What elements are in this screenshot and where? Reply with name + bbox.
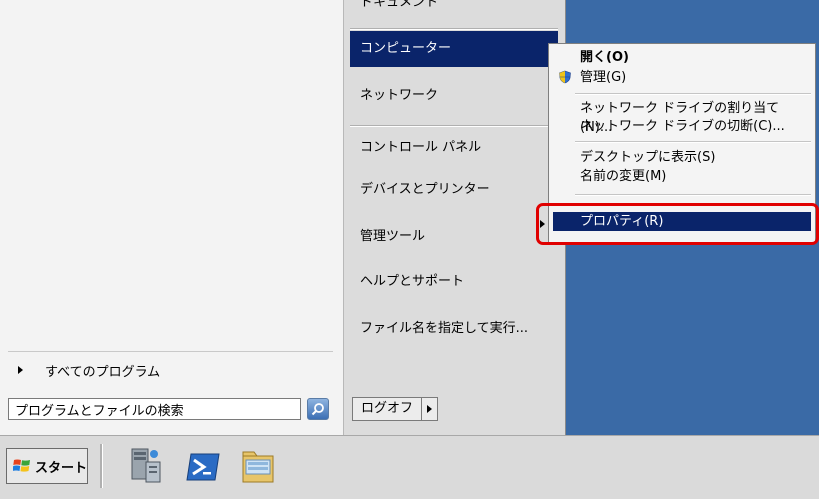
- windows-logo-icon: [13, 459, 30, 472]
- ctx-item-manage[interactable]: 管理(G): [553, 68, 811, 87]
- rp-item-computer[interactable]: コンピューター: [350, 31, 558, 67]
- uac-shield-icon: [559, 70, 571, 84]
- start-label: スタート: [35, 460, 88, 476]
- ctx-item-map-network-drive[interactable]: ネットワーク ドライブの割り当て(N)...: [553, 99, 811, 135]
- start-menu: すべてのプログラム ドキュメント コンピューター ネットワーク コントロール パ…: [0, 0, 566, 435]
- rp-item-documents[interactable]: ドキュメント: [360, 0, 438, 14]
- shutdown-options-button[interactable]: [422, 397, 439, 421]
- rp-item-help-support[interactable]: ヘルプとサポート: [350, 264, 558, 300]
- taskbar-separator: [100, 444, 103, 488]
- ctx-item-label: プロパティ(R): [580, 214, 664, 229]
- divider: [8, 351, 333, 352]
- context-menu: 開く(O) 管理(G) ネットワーク ドライブの割り当て(N)... ネットワー…: [548, 43, 816, 243]
- search-icon: [311, 403, 324, 416]
- ctx-item-label: 名前の変更(M): [580, 169, 667, 184]
- ctx-item-properties[interactable]: プロパティ(R): [553, 212, 811, 231]
- divider: [575, 93, 811, 95]
- file-explorer-icon[interactable]: [240, 446, 276, 486]
- ctx-item-label: 管理(G): [580, 70, 627, 85]
- divider: [575, 194, 811, 196]
- chevron-right-icon: [427, 405, 433, 413]
- server-manager-icon[interactable]: [128, 446, 164, 486]
- rp-item-run[interactable]: ファイル名を指定して実行...: [350, 311, 558, 347]
- ctx-item-disconnect-network-drive[interactable]: ネットワーク ドライブの切断(C)...: [553, 117, 811, 136]
- ctx-item-label: デスクトップに表示(S): [580, 150, 716, 165]
- ctx-item-open[interactable]: 開く(O): [553, 48, 811, 67]
- rp-item-devices-printers[interactable]: デバイスとプリンター: [350, 172, 558, 208]
- rp-item-control-panel[interactable]: コントロール パネル: [350, 130, 558, 166]
- ctx-item-show-on-desktop[interactable]: デスクトップに表示(S): [553, 148, 811, 167]
- divider: [575, 141, 811, 143]
- search-button[interactable]: [307, 398, 329, 420]
- search-input[interactable]: [8, 398, 301, 420]
- logoff-row: ログオフ: [352, 397, 439, 421]
- search-row: [8, 396, 329, 422]
- submenu-arrow-icon: [540, 220, 545, 228]
- expand-arrow-icon: [18, 366, 23, 374]
- start-menu-left-pane: すべてのプログラム: [0, 0, 344, 435]
- rp-item-network[interactable]: ネットワーク: [350, 78, 558, 114]
- all-programs-button[interactable]: すべてのプログラム: [8, 356, 333, 384]
- logoff-button[interactable]: ログオフ: [352, 397, 423, 421]
- ctx-item-label: 開く(O): [580, 50, 629, 65]
- start-menu-right-pane: ドキュメント コンピューター ネットワーク コントロール パネル デバイスとプリ…: [344, 0, 564, 435]
- ctx-item-label: ネットワーク ドライブの切断(C)...: [580, 119, 785, 134]
- all-programs-label: すべてのプログラム: [45, 364, 161, 380]
- powershell-icon[interactable]: [185, 446, 221, 486]
- divider: [350, 28, 558, 30]
- taskbar: スタート: [0, 435, 819, 499]
- rp-item-admin-tools[interactable]: 管理ツール: [350, 219, 558, 255]
- ctx-item-rename[interactable]: 名前の変更(M): [553, 167, 811, 186]
- divider: [350, 125, 558, 127]
- start-button[interactable]: スタート: [6, 448, 88, 484]
